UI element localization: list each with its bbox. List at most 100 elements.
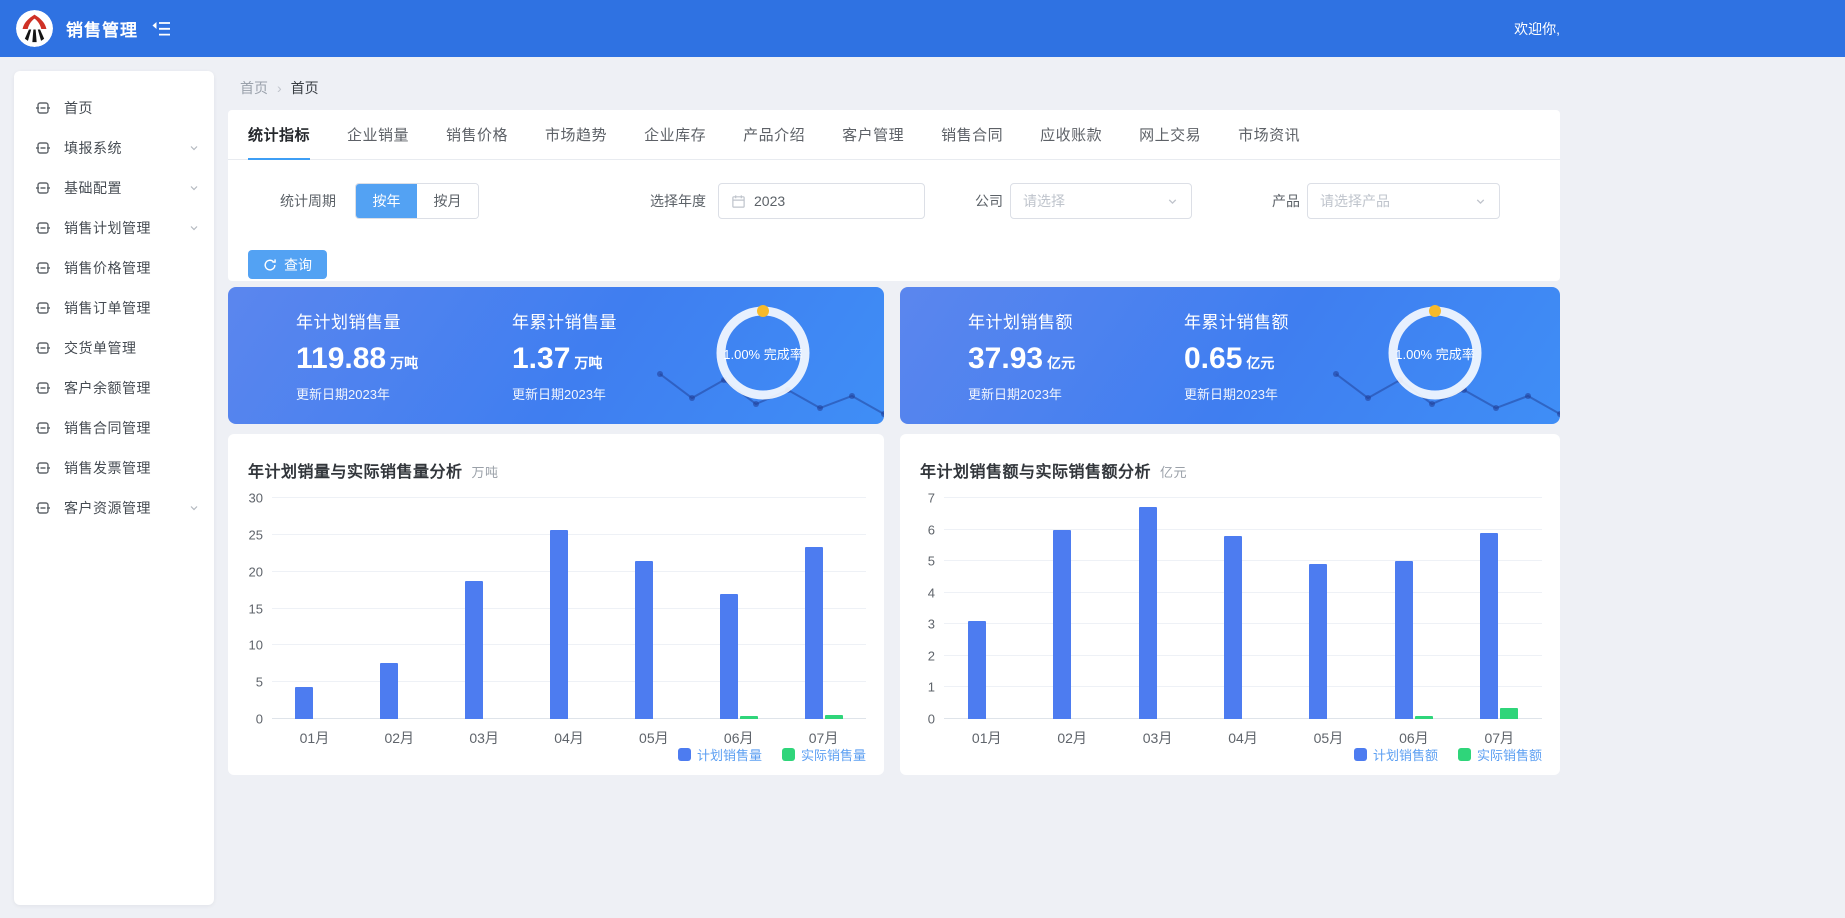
chevron-down-icon: [188, 502, 200, 514]
sidebar-item[interactable]: 销售订单管理: [14, 288, 214, 328]
period-toggle: 按年 按月: [355, 183, 479, 219]
legend-item[interactable]: 实际销售量: [782, 745, 866, 764]
stat-unit: 万吨: [390, 355, 418, 371]
x-axis-tick-label: 04月: [527, 728, 612, 748]
year-input[interactable]: 2023: [718, 183, 925, 219]
tab-item[interactable]: 销售合同: [941, 110, 1003, 159]
sidebar-item[interactable]: 交货单管理: [14, 328, 214, 368]
fold-menu-icon[interactable]: [152, 20, 171, 38]
stat-value: 0.65: [1184, 342, 1242, 375]
completion-donut: 1.00% 完成率: [708, 298, 818, 408]
menu-icon: [35, 100, 51, 116]
stat-value: 37.93: [968, 342, 1043, 375]
bar-group: [781, 498, 866, 719]
product-select[interactable]: 请选择产品: [1307, 183, 1500, 219]
tab-item[interactable]: 应收账款: [1040, 110, 1102, 159]
bar-group: [272, 498, 357, 719]
plan-stat-block: 年计划销售量 119.88万吨 更新日期2023年: [296, 308, 506, 403]
sidebar-item[interactable]: 基础配置: [14, 168, 214, 208]
query-button[interactable]: 查询: [248, 250, 327, 279]
bar-group: [1029, 498, 1114, 719]
breadcrumb-home-link[interactable]: 首页: [240, 78, 268, 98]
chart-unit: 亿元: [1160, 465, 1187, 480]
legend-swatch: [1458, 748, 1471, 761]
stat-note: 更新日期2023年: [968, 384, 1178, 403]
bar-group: [1286, 498, 1371, 719]
tab-item[interactable]: 产品介绍: [743, 110, 805, 159]
sidebar-item[interactable]: 客户资源管理: [14, 488, 214, 528]
tab-item[interactable]: 客户管理: [842, 110, 904, 159]
bar-plan: [1224, 536, 1242, 719]
legend-label: 计划销售量: [697, 745, 762, 764]
chart-title: 年计划销售额与实际销售额分析亿元: [920, 458, 1187, 482]
tab-item[interactable]: 企业销量: [347, 110, 409, 159]
tab-bar: 统计指标企业销量销售价格市场趋势企业库存产品介绍客户管理销售合同应收账款网上交易…: [228, 110, 1560, 160]
company-select[interactable]: 请选择: [1010, 183, 1192, 219]
chart-title: 年计划销量与实际销售量分析万吨: [248, 458, 499, 482]
stat-value: 1.37: [512, 342, 570, 375]
bar-plan: [1309, 564, 1327, 719]
tab-item[interactable]: 网上交易: [1139, 110, 1201, 159]
legend-label: 计划销售额: [1373, 745, 1438, 764]
stat-card-volume: 年计划销售量 119.88万吨 更新日期2023年 年累计销售量 1.37万吨 …: [228, 287, 884, 424]
chevron-down-icon: [1166, 195, 1179, 208]
bar-plan: [720, 594, 738, 719]
legend-item[interactable]: 实际销售额: [1458, 745, 1542, 764]
sidebar-item[interactable]: 销售合同管理: [14, 408, 214, 448]
sidebar-item[interactable]: 客户余额管理: [14, 368, 214, 408]
bar-group: [527, 498, 612, 719]
bar-group: [944, 498, 1029, 719]
stat-value: 119.88: [296, 342, 386, 375]
menu-icon: [35, 340, 51, 356]
company-logo-icon: [16, 10, 53, 47]
menu-icon: [35, 500, 51, 516]
legend-swatch: [782, 748, 795, 761]
legend-swatch: [678, 748, 691, 761]
toggle-by-year[interactable]: 按年: [356, 184, 417, 218]
y-axis-tick-label: 0: [905, 712, 935, 727]
legend-label: 实际销售额: [1477, 745, 1542, 764]
sidebar-menu: 首页填报系统基础配置销售计划管理销售价格管理销售订单管理交货单管理客户余额管理销…: [14, 71, 214, 905]
sidebar-item-label: 销售订单管理: [64, 298, 200, 318]
bar-actual: [825, 715, 843, 719]
completion-donut: 1.00% 完成率: [1380, 298, 1490, 408]
bar-plan: [1480, 533, 1498, 719]
query-button-label: 查询: [284, 255, 312, 275]
legend-item[interactable]: 计划销售额: [1354, 745, 1438, 764]
tab-item[interactable]: 企业库存: [644, 110, 706, 159]
x-axis-tick-label: 02月: [357, 728, 442, 748]
bar-plan: [380, 663, 398, 719]
tab-active[interactable]: 统计指标: [248, 110, 310, 159]
bar-plan: [1053, 530, 1071, 719]
sidebar-item[interactable]: 销售计划管理: [14, 208, 214, 248]
sidebar-item[interactable]: 销售价格管理: [14, 248, 214, 288]
x-axis-tick-label: 02月: [1029, 728, 1114, 748]
bar-group: [442, 498, 527, 719]
tab-item[interactable]: 市场趋势: [545, 110, 607, 159]
chart-unit: 万吨: [472, 465, 499, 480]
bar-plan: [968, 621, 986, 719]
chevron-down-icon: [188, 222, 200, 234]
x-axis-tick-label: 01月: [944, 728, 1029, 748]
year-label: 选择年度: [650, 183, 706, 219]
legend-swatch: [1354, 748, 1367, 761]
tab-item[interactable]: 市场资讯: [1238, 110, 1300, 159]
refresh-icon: [263, 258, 277, 272]
toggle-by-month[interactable]: 按月: [417, 184, 478, 218]
bar-actual: [740, 716, 758, 719]
sidebar-item[interactable]: 填报系统: [14, 128, 214, 168]
product-placeholder: 请选择产品: [1320, 191, 1466, 211]
sidebar-item[interactable]: 首页: [14, 88, 214, 128]
sidebar-item-label: 销售计划管理: [64, 218, 188, 238]
y-axis-tick-label: 30: [233, 491, 263, 506]
bar-plan: [1395, 561, 1413, 719]
y-axis-tick-label: 15: [233, 601, 263, 616]
legend-item[interactable]: 计划销售量: [678, 745, 762, 764]
tab-item[interactable]: 销售价格: [446, 110, 508, 159]
bar-group: [611, 498, 696, 719]
x-axis-tick-label: 01月: [272, 728, 357, 748]
menu-icon: [35, 300, 51, 316]
top-header: 销售管理 欢迎你,: [0, 0, 1845, 57]
sidebar-item[interactable]: 销售发票管理: [14, 448, 214, 488]
bar-group: [1115, 498, 1200, 719]
